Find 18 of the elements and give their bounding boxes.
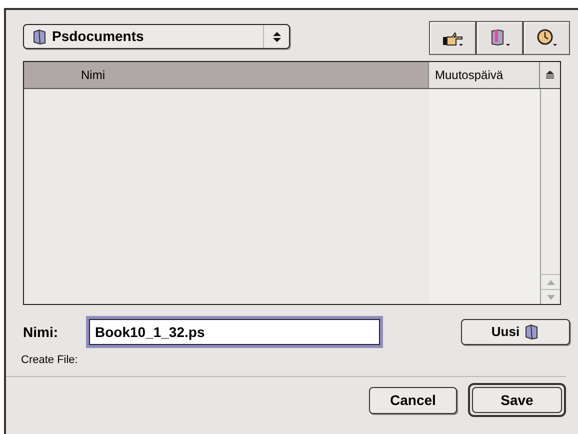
toolbar-button[interactable] [523, 21, 570, 55]
bookmarked-book-icon [488, 29, 510, 47]
folder-icon [32, 28, 48, 44]
column-header[interactable]: Nimi [24, 62, 429, 88]
sort-direction-icon[interactable] [540, 62, 560, 88]
file-name-field[interactable]: Book10_1_32.ps [86, 316, 383, 348]
toolbar-button[interactable] [476, 21, 523, 55]
location-popup[interactable]: Psdocuments [23, 24, 290, 49]
toolbar-button[interactable] [429, 21, 476, 55]
status-text: Create File: [21, 353, 79, 368]
column-header[interactable]: Muutospäivä [429, 62, 540, 88]
name-label: Nimi: [23, 322, 59, 342]
new-folder-button[interactable]: Uusi [461, 319, 570, 345]
clock-icon [536, 29, 558, 47]
scroll-bar[interactable] [540, 89, 560, 304]
save-button[interactable]: Save [468, 383, 566, 417]
cancel-button[interactable]: Cancel [369, 386, 457, 414]
folder-icon [524, 324, 540, 340]
